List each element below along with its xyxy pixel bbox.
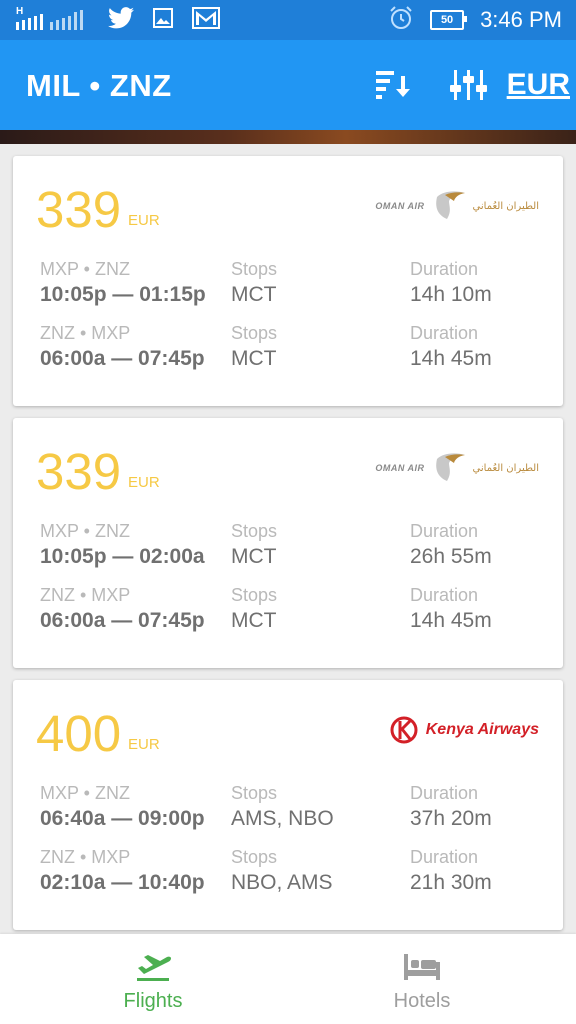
offer-currency: EUR	[128, 212, 160, 229]
stops-label: Stops	[231, 323, 278, 343]
status-bar: H 50 3:46 PM	[0, 0, 576, 40]
duration-label: Duration	[410, 783, 479, 803]
leg-stops: AMS, NBO	[231, 807, 334, 830]
duration-label: Duration	[410, 323, 479, 343]
leg-duration: 21h 30m	[410, 871, 492, 894]
leg-times: 06:00a — 07:45p	[40, 609, 205, 632]
oman-air-emblem-icon	[435, 191, 465, 219]
kenya-airways-emblem-icon	[390, 716, 418, 744]
leg-route: ZNZ • MXP	[40, 323, 131, 343]
leg-stops: MCT	[231, 545, 277, 568]
twitter-icon	[108, 6, 134, 34]
tab-label: Hotels	[393, 990, 451, 1012]
leg-route: MXP • ZNZ	[40, 259, 130, 279]
airline-logo-arabic: الطيران العُماني	[472, 462, 539, 474]
offer-price: 400	[36, 705, 122, 762]
gallery-icon	[152, 7, 174, 34]
outbound-leg: MXP • ZNZ 10:05p — 02:00a Stops MCT Durati…	[40, 520, 540, 576]
flight-results-list[interactable]: 339 EUR OMAN AIR الطيران العُماني MXP • …	[0, 144, 576, 934]
offer-currency: EUR	[128, 736, 160, 753]
stops-label: Stops	[231, 259, 278, 279]
outbound-leg: MXP • ZNZ 06:40a — 09:00p Stops AMS, NBO D…	[40, 782, 540, 838]
leg-duration: 14h 10m	[410, 283, 492, 306]
status-bar-right: 50 3:46 PM	[388, 5, 562, 36]
tab-flights[interactable]: Flights	[9, 934, 297, 1024]
duration-label: Duration	[410, 521, 479, 541]
offer-price: 339	[36, 443, 122, 500]
leg-stops: MCT	[231, 347, 277, 370]
stops-label: Stops	[231, 783, 278, 803]
status-bar-left: H	[14, 6, 220, 34]
destination-hero-image	[0, 130, 576, 144]
bed-icon	[402, 948, 442, 984]
battery-icon: 50	[430, 10, 468, 30]
oman-air-logo: OMAN AIR الطيران العُماني	[375, 186, 539, 226]
leg-duration: 14h 45m	[410, 347, 492, 370]
stops-label: Stops	[231, 585, 278, 605]
return-leg: ZNZ • MXP 06:00a — 07:45p Stops MCT Durati…	[40, 322, 540, 378]
leg-route: ZNZ • MXP	[40, 847, 131, 867]
signal-icon: H	[14, 6, 90, 32]
stops-label: Stops	[231, 847, 278, 867]
leg-route: MXP • ZNZ	[40, 521, 130, 541]
flight-takeoff-icon	[133, 948, 173, 984]
leg-duration: 26h 55m	[410, 545, 492, 568]
leg-duration: 37h 20m	[410, 807, 492, 830]
oman-air-emblem-icon	[435, 453, 465, 481]
leg-times: 02:10a — 10:40p	[40, 871, 205, 894]
leg-stops: MCT	[231, 609, 277, 632]
tab-hotels[interactable]: Hotels	[278, 934, 566, 1024]
leg-stops: NBO, AMS	[231, 871, 333, 894]
flight-offer-card[interactable]: 339 EUR OMAN AIR الطيران العُماني MXP • …	[13, 156, 563, 406]
route-title: MIL • ZNZ	[26, 68, 172, 103]
airline-logo-arabic: الطيران العُماني	[472, 200, 539, 212]
offer-price: 339	[36, 181, 122, 238]
tab-label: Flights	[123, 990, 183, 1012]
alarm-icon	[388, 5, 414, 36]
airline-logo-text: OMAN AIR	[375, 463, 425, 473]
bottom-navigation: Flights Hotels	[0, 934, 576, 1024]
return-leg: ZNZ • MXP 06:00a — 07:45p Stops MCT Durati…	[40, 584, 540, 640]
sort-icon[interactable]	[372, 68, 412, 102]
leg-route: ZNZ • MXP	[40, 585, 131, 605]
duration-label: Duration	[410, 585, 479, 605]
filter-icon[interactable]	[448, 68, 488, 102]
duration-label: Duration	[410, 847, 479, 867]
status-time: 3:46 PM	[480, 7, 562, 32]
stops-label: Stops	[231, 521, 278, 541]
return-leg: ZNZ • MXP 02:10a — 10:40p Stops NBO, AMS D…	[40, 846, 540, 902]
leg-duration: 14h 45m	[410, 609, 492, 632]
leg-times: 06:00a — 07:45p	[40, 347, 205, 370]
kenya-airways-logo: Kenya Airways	[390, 710, 539, 750]
flight-offer-card[interactable]: 339 EUR OMAN AIR الطيران العُماني MXP • …	[13, 418, 563, 668]
oman-air-logo: OMAN AIR الطيران العُماني	[375, 448, 539, 488]
battery-level: 50	[440, 14, 454, 26]
duration-label: Duration	[410, 259, 479, 279]
leg-times: 10:05p — 02:00a	[40, 545, 205, 568]
app-bar: MIL • ZNZ EUR	[0, 40, 576, 130]
leg-times: 06:40a — 09:00p	[40, 807, 205, 830]
airline-logo-text: Kenya Airways	[425, 721, 539, 738]
leg-route: MXP • ZNZ	[40, 783, 130, 803]
network-type: H	[16, 6, 24, 17]
offer-currency: EUR	[128, 474, 160, 491]
currency-selector[interactable]: EUR	[507, 68, 570, 102]
leg-times: 10:05p — 01:15p	[40, 283, 206, 306]
leg-stops: MCT	[231, 283, 277, 306]
airline-logo-text: OMAN AIR	[375, 201, 425, 211]
flight-offer-card[interactable]: 400 EUR Kenya Airways MXP • ZNZ 06:40a — …	[13, 680, 563, 930]
gmail-icon	[192, 6, 220, 34]
outbound-leg: MXP • ZNZ 10:05p — 01:15p Stops MCT Durati…	[40, 258, 540, 314]
